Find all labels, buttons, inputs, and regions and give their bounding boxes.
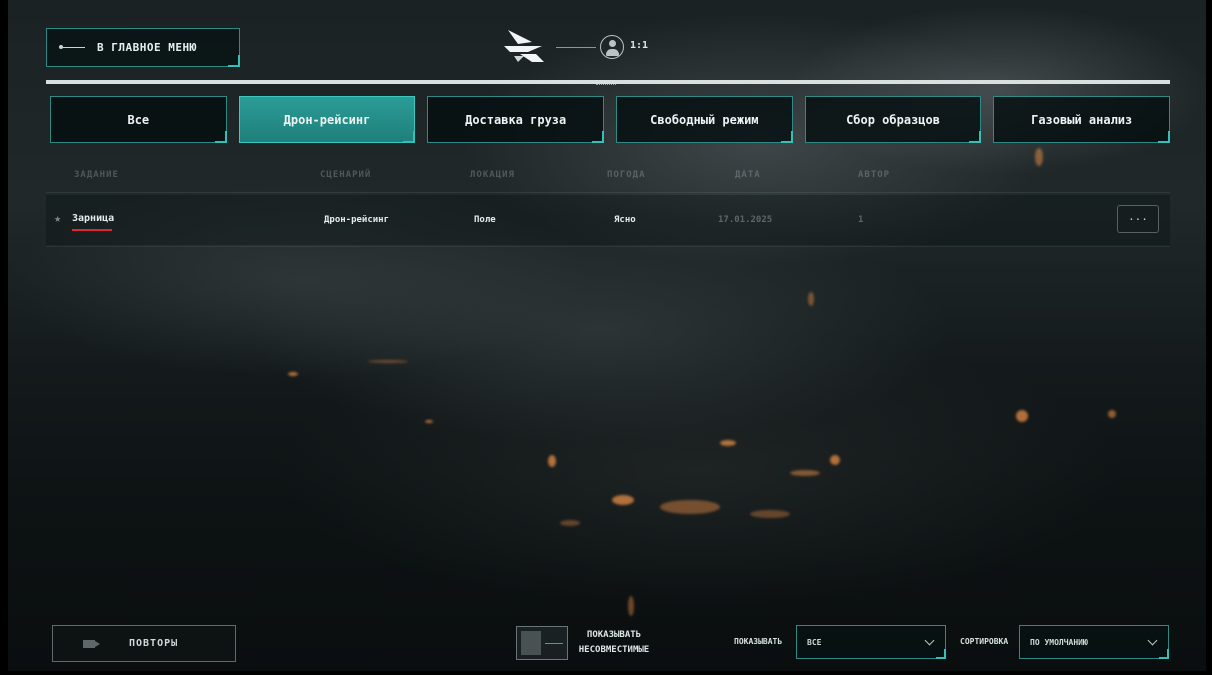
divider-marker (596, 84, 616, 87)
table-divider-bottom (46, 246, 1170, 247)
tab-all[interactable]: Все (50, 96, 227, 143)
camera-icon (83, 639, 100, 648)
row-location: Поле (474, 215, 496, 225)
column-weather[interactable]: ПОГОДА (607, 170, 646, 180)
left-edge (0, 0, 8, 675)
avatar-icon[interactable] (600, 35, 624, 59)
main-menu-label: В ГЛАВНОЕ МЕНЮ (97, 41, 197, 54)
tab-gas-analysis[interactable]: Газовый анализ (993, 96, 1171, 143)
tab-sample-collection[interactable]: Сбор образцов (804, 96, 982, 143)
show-filter-value: ВСЕ (807, 637, 822, 647)
category-tabs: Все Дрон-рейсинг Доставка груза Свободны… (50, 96, 1171, 143)
task-underline (72, 229, 112, 231)
show-incompatible-label: ПОКАЗЫВАТЬ НЕСОВМЕСТИМЫЕ (574, 628, 654, 658)
right-edge (1206, 0, 1212, 675)
tab-drone-racing[interactable]: Дрон-рейсинг (238, 96, 416, 143)
sort-select[interactable]: ПО УМОЛЧАНИЮ (1019, 625, 1169, 659)
show-incompatible-toggle[interactable] (516, 626, 568, 660)
bottom-edge (0, 671, 1212, 675)
show-filter-select[interactable]: ВСЕ (796, 625, 946, 659)
header-connector (556, 47, 596, 48)
row-task: Зарница (72, 213, 115, 224)
main-menu-button[interactable]: В ГЛАВНОЕ МЕНЮ (46, 28, 240, 67)
row-scenario: Дрон-рейсинг (324, 215, 390, 225)
chevron-down-icon (924, 635, 935, 646)
table-row[interactable]: ★ Зарница Дрон-рейсинг Поле Ясно 17.01.2… (46, 195, 1170, 245)
tab-free-mode[interactable]: Свободный режим (616, 96, 793, 143)
back-arrow-icon (59, 45, 85, 49)
column-location[interactable]: ЛОКАЦИЯ (470, 170, 515, 180)
column-scenario[interactable]: СЦЕНАРИЙ (320, 170, 371, 180)
more-options-button[interactable]: ··· (1117, 205, 1159, 233)
row-date: 17.01.2025 (718, 215, 773, 225)
column-date[interactable]: ДАТА (735, 170, 761, 180)
row-weather: Ясно (614, 215, 636, 225)
chevron-down-icon (1147, 635, 1158, 646)
star-icon[interactable]: ★ (54, 211, 61, 225)
sort-value: ПО УМОЛЧАНИЮ (1030, 637, 1088, 647)
toggle-label-line1: ПОКАЗЫВАТЬ (586, 630, 642, 640)
toggle-label-line2: НЕСОВМЕСТИМЫЕ (578, 645, 650, 655)
toggle-track-line (545, 643, 563, 644)
column-task[interactable]: ЗАДАНИЕ (74, 170, 119, 180)
row-author: 1 (858, 215, 864, 225)
table-divider (46, 192, 1170, 193)
tab-cargo-delivery[interactable]: Доставка груза (427, 96, 605, 143)
show-filter-label: ПОКАЗЫВАТЬ (734, 637, 783, 646)
sort-label: СОРТИРОВКА (960, 637, 1009, 646)
replays-label: ПОВТОРЫ (129, 638, 179, 649)
toggle-knob (521, 631, 541, 655)
logo-icon (504, 30, 544, 62)
table-header: ЗАДАНИЕ СЦЕНАРИЙ ЛОКАЦИЯ ПОГОДА ДАТА АВТ… (0, 170, 1212, 184)
replays-button[interactable]: ПОВТОРЫ (52, 625, 236, 662)
column-author[interactable]: АВТОР (858, 170, 890, 180)
ratio-indicator: 1:1 (630, 40, 649, 51)
